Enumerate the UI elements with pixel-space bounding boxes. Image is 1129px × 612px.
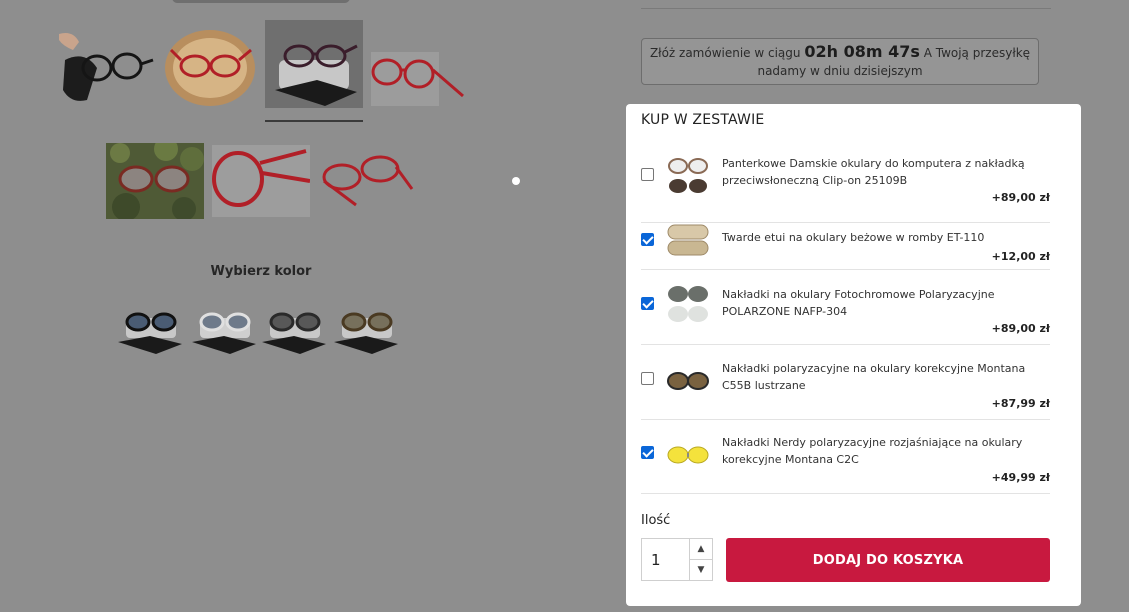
bundle-item: Panterkowe Damskie okulary do komputera …	[641, 148, 1050, 223]
glasses-on-case-photo-icon	[265, 20, 363, 108]
quantity-label: Ilość	[641, 513, 671, 528]
bundle-item-checkbox[interactable]	[641, 372, 654, 385]
bundle-item-checkbox[interactable]	[641, 297, 654, 310]
mirror-clip-thumbnail-icon	[665, 359, 711, 403]
clip-on-glasses-thumbnail-icon	[665, 154, 711, 198]
bundle-item-name[interactable]: Nakładki na okulary Fotochromowe Polaryz…	[722, 286, 1042, 320]
bundle-item-name[interactable]: Twarde etui na okulary beżowe w romby ET…	[722, 229, 1042, 246]
countdown-suffix: A Twoją przesyłkę	[923, 46, 1031, 60]
glasses-on-moss-photo-icon	[106, 143, 204, 219]
scroll-indicator	[172, 0, 350, 3]
bundle-item-price: +12,00 zł	[991, 250, 1050, 263]
glasses-with-cloth-photo-icon	[57, 20, 155, 108]
dark-frame-icon	[262, 312, 326, 354]
shipping-countdown: Złóż zamówienie w ciągu 02h 08m 47s A Tw…	[641, 38, 1039, 85]
thumbnail-1[interactable]	[57, 20, 155, 108]
tortoise-frame-icon	[334, 312, 398, 354]
bundle-item-checkbox[interactable]	[641, 168, 654, 181]
red-glasses-side-photo-icon	[369, 20, 467, 108]
bundle-item-checkbox[interactable]	[641, 233, 654, 246]
yellow-clip-thumbnail-icon	[665, 433, 711, 477]
color-swatch-tortoise[interactable]	[332, 306, 400, 356]
photochromic-clip-thumbnail-icon	[665, 282, 711, 326]
bundle-item: Nakładki polaryzacyjne na okulary korekc…	[641, 345, 1050, 420]
red-glasses-on-wood-photo-icon	[161, 20, 259, 108]
thumbnail-7[interactable]	[316, 145, 414, 217]
white-frame-icon	[192, 312, 256, 354]
bundle-item-price: +49,99 zł	[991, 471, 1050, 484]
red-glasses-closeup-photo-icon	[212, 145, 310, 217]
beige-case-thumbnail-icon	[665, 217, 711, 261]
countdown-timer: 02h 08m 47s	[804, 42, 920, 61]
bundle-item: Nakładki na okulary Fotochromowe Polaryz…	[641, 270, 1050, 345]
chevron-down-icon[interactable]: ▼	[690, 560, 712, 580]
bundle-item-price: +89,00 zł	[991, 322, 1050, 335]
red-glasses-folded-photo-icon	[316, 145, 414, 217]
color-swatch-black[interactable]	[116, 306, 184, 356]
bundle-item: Nakładki Nerdy polaryzacyjne rozjaśniają…	[641, 419, 1050, 494]
bundle-item-name[interactable]: Nakładki polaryzacyjne na okulary korekc…	[722, 360, 1042, 394]
quantity-input[interactable]: 1	[651, 551, 661, 569]
thumbnail-4[interactable]	[369, 20, 467, 108]
bundle-title: KUP W ZESTAWIE	[641, 112, 765, 128]
bundle-item-name[interactable]: Panterkowe Damskie okulary do komputera …	[722, 155, 1042, 189]
divider	[641, 8, 1051, 9]
black-frame-icon	[118, 312, 182, 354]
carousel-dot[interactable]	[512, 177, 520, 185]
add-to-cart-button[interactable]: DODAJ DO KOSZYKA	[726, 538, 1050, 582]
bundle-item-name[interactable]: Nakładki Nerdy polaryzacyjne rozjaśniają…	[722, 434, 1042, 468]
bundle-item-checkbox[interactable]	[641, 446, 654, 459]
countdown-prefix: Złóż zamówienie w ciągu	[649, 46, 801, 60]
thumbnail-5[interactable]	[106, 143, 204, 219]
countdown-line2: nadamy w dniu dzisiejszym	[757, 64, 923, 78]
color-picker-title: Wybierz kolor	[210, 264, 312, 279]
bundle-item: Twarde etui na okulary beżowe w romby ET…	[641, 213, 1050, 270]
color-swatch-white[interactable]	[190, 306, 258, 356]
bundle-item-price: +87,99 zł	[991, 397, 1050, 410]
active-thumbnail-indicator	[265, 120, 363, 122]
bundle-item-price: +89,00 zł	[991, 191, 1050, 204]
chevron-up-icon[interactable]: ▲	[690, 539, 712, 560]
color-swatch-dark[interactable]	[260, 306, 328, 356]
quantity-stepper[interactable]: 1 ▲ ▼	[641, 538, 713, 581]
thumbnail-3[interactable]	[265, 20, 363, 108]
bundle-panel: KUP W ZESTAWIE Panterkowe Damskie okular…	[626, 104, 1081, 606]
thumbnail-6[interactable]	[212, 145, 310, 217]
thumbnail-2[interactable]	[161, 20, 259, 108]
